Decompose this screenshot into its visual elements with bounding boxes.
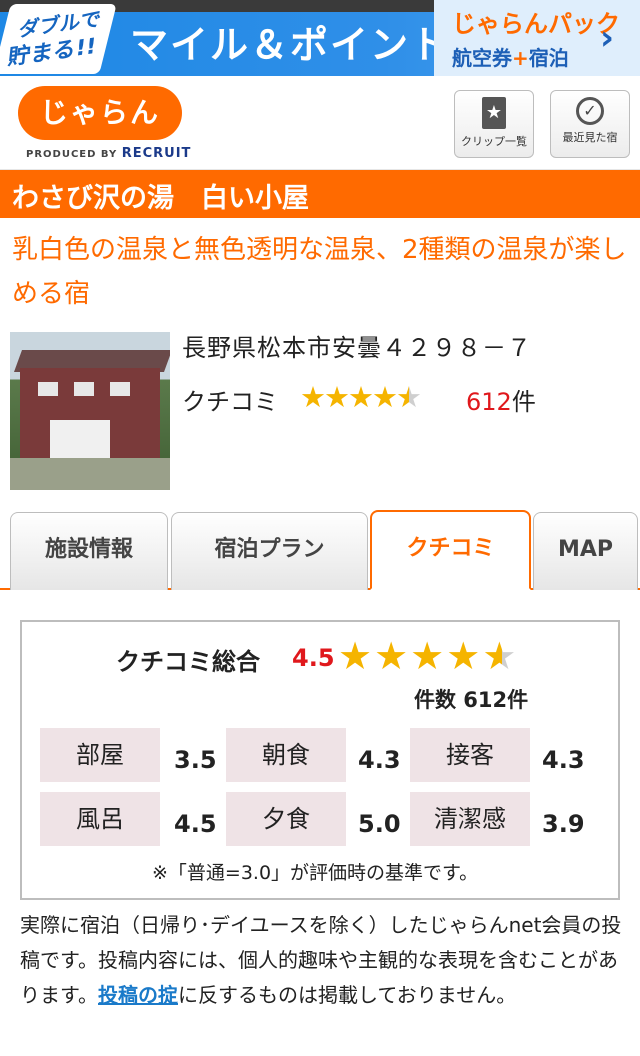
clip-list-button[interactable]: ★ クリップ一覧 — [454, 90, 534, 158]
tab-map[interactable]: MAP — [533, 512, 638, 590]
review-count-link[interactable]: 612件 — [466, 382, 536, 417]
hotel-address: 長野県松本市安曇４２９８－７ — [182, 334, 532, 362]
star-icon: ★ — [324, 380, 350, 414]
star-icon: ★ — [348, 380, 374, 414]
hotel-photo[interactable] — [10, 332, 170, 490]
ad-badge: ダブルで 貯まる!! — [0, 4, 117, 74]
rating-label-breakfast: 朝食 — [226, 728, 346, 782]
tab-reviews[interactable]: クチコミ — [370, 510, 531, 590]
hotel-name: わさび沢の湯 白い小屋 — [12, 183, 309, 214]
rating-value-bath: 4.5 — [174, 810, 217, 838]
ad-logo: じゃらんパック — [452, 10, 620, 38]
produced-by: PRODUCED BY RECRUIT — [26, 146, 191, 161]
disclaimer-text-after: に反するものは掲載しておりません。 — [178, 983, 517, 1007]
tab-stay-plans[interactable]: 宿泊プラン — [171, 512, 368, 590]
hotel-catchphrase: 乳白色の温泉と無色透明な温泉、2種類の温泉が楽しめる宿 — [12, 235, 627, 309]
review-label: クチコミ — [182, 388, 278, 416]
review-count: 612 — [466, 388, 512, 416]
hotel-tabs: 施設情報 宿泊プラン クチコミ MAP — [0, 510, 640, 590]
recently-viewed-label: 最近見た宿 — [562, 131, 618, 144]
rating-label-bath: 風呂 — [40, 792, 160, 846]
photo-window — [38, 382, 58, 396]
review-count-unit: 件 — [511, 388, 536, 416]
rating-summary: クチコミ総合 4.5 ★★★★★ 件数 612件 部屋 3.5 朝食 4.3 接… — [20, 620, 620, 900]
rating-label-cleanliness: 清潔感 — [410, 792, 530, 846]
photo-window — [74, 382, 94, 396]
produced-by-text: PRODUCED BY — [26, 149, 118, 160]
rating-value-breakfast: 4.3 — [358, 746, 401, 774]
photo-entrance — [50, 420, 110, 460]
chevron-right-icon[interactable]: › — [600, 18, 614, 58]
ad-sub-right: 宿泊 — [528, 46, 569, 70]
ad-sub-left: 航空券 — [452, 46, 512, 70]
recruit-logo: RECRUIT — [121, 146, 192, 161]
rating-title: クチコミ総合 — [116, 648, 260, 676]
star-icon: ★ — [374, 634, 411, 678]
clip-icon: ★ — [482, 97, 506, 129]
clock-icon: ✓ — [576, 97, 604, 125]
rating-value-dinner: 5.0 — [358, 810, 401, 838]
ad-banner[interactable]: ダブルで 貯まる!! マイル＆ポイント じゃらんパック 航空券+宿泊 › — [0, 0, 640, 76]
rating-label-dinner: 夕食 — [226, 792, 346, 846]
star-icon: ★ — [446, 634, 483, 678]
rating-count: 件数 612件 — [414, 688, 529, 712]
review-stars: ★★★★★ — [300, 380, 422, 414]
half-star-icon: ★ — [482, 634, 519, 678]
hotel-title-bar: わさび沢の湯 白い小屋 — [0, 170, 640, 218]
star-icon: ★ — [338, 634, 375, 678]
rating-label-service: 接客 — [410, 728, 530, 782]
ad-subline: 航空券+宿泊 — [452, 42, 569, 71]
ad-headline: マイル＆ポイント — [130, 23, 451, 67]
ad-sub-plus: + — [512, 46, 529, 70]
recently-viewed-button[interactable]: ✓ 最近見た宿 — [550, 90, 630, 158]
tab-facility-info[interactable]: 施設情報 — [10, 512, 168, 590]
clip-list-label: クリップ一覧 — [461, 135, 527, 148]
photo-window — [110, 382, 130, 396]
star-icon: ★ — [372, 380, 398, 414]
review-disclaimer: 実際に宿泊（日帰り･デイユースを除く）したじゃらんnet会員の投稿です。投稿内容… — [20, 908, 624, 1013]
star-icon: ★ — [410, 634, 447, 678]
jalan-logo[interactable]: じゃらん — [18, 86, 182, 140]
star-icon: ★ — [300, 380, 326, 414]
half-star-icon: ★ — [396, 380, 422, 414]
rating-score: 4.5 — [292, 644, 335, 672]
site-header: じゃらん PRODUCED BY RECRUIT ★ クリップ一覧 ✓ 最近見た… — [0, 76, 640, 170]
rating-value-room: 3.5 — [174, 746, 217, 774]
photo-ground — [10, 458, 170, 490]
rating-label-room: 部屋 — [40, 728, 160, 782]
rating-note: ※「普通=3.0」が評価時の基準です。 — [152, 862, 479, 884]
rating-stars: ★★★★★ — [338, 634, 518, 678]
posting-rules-link[interactable]: 投稿の掟 — [98, 983, 178, 1007]
rating-value-cleanliness: 3.9 — [542, 810, 585, 838]
rating-value-service: 4.3 — [542, 746, 585, 774]
